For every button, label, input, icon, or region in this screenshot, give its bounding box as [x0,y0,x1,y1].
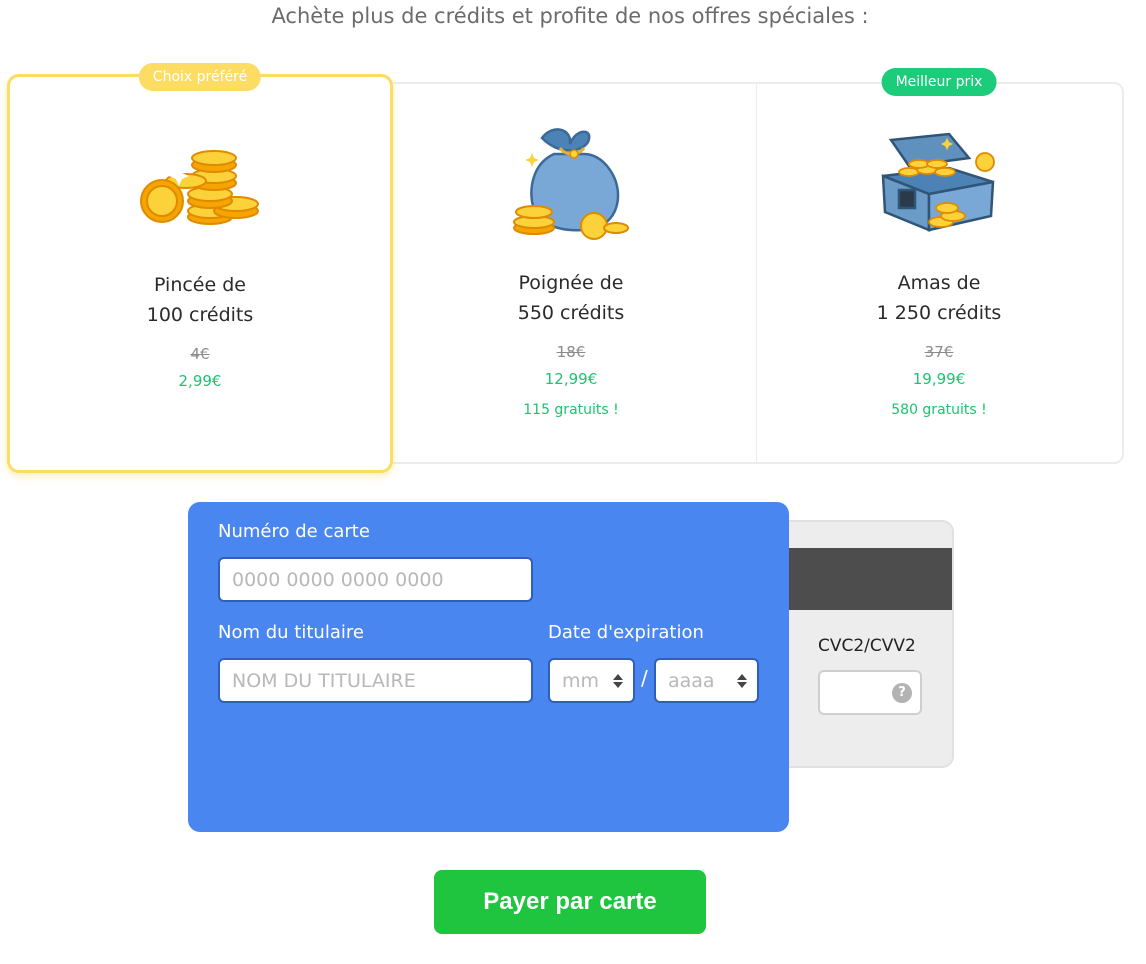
bonus-credits: 580 gratuits ! [891,402,987,418]
expiry-month-select[interactable]: mm [548,658,635,703]
card-number-label: Numéro de carte [218,521,370,542]
money-bag-icon [513,128,629,240]
holder-input[interactable]: NOM DU TITULAIRE [218,658,533,703]
magnetic-stripe [762,548,952,610]
expiry-separator: / [641,666,648,690]
treasure-chest-icon [881,132,995,232]
card-front: Numéro de carte 0000 0000 0000 0000 Nom … [188,502,789,832]
offer-title: Poignée de 550 crédits [517,272,625,324]
expiry-year-select[interactable]: aaaa [654,658,759,703]
holder-label: Nom du titulaire [218,622,364,643]
offer-card-100-credits[interactable]: Choix préféré Pincée de 100 crédits 4€ 2… [7,63,393,473]
year-placeholder: aaaa [668,669,715,692]
offer-title: Amas de 1 250 crédits [876,272,1002,324]
month-placeholder: mm [562,669,600,692]
offer-card-1250-credits[interactable]: Meilleur prix Amas de 1 250 crédits 37€ … [756,68,1122,462]
holder-placeholder: NOM DU TITULAIRE [232,669,416,692]
offer-price: 19,99€ [912,370,966,388]
old-price: 4€ [190,345,210,363]
coin-stack-icon [140,150,259,225]
card-number-input[interactable]: 0000 0000 0000 0000 [218,557,533,602]
offer-price: 12,99€ [544,370,598,388]
offer-title: Pincée de 100 crédits [146,274,254,326]
page-headline: Achète plus de crédits et profite de nos… [271,4,869,28]
offer-card-550-credits[interactable]: Poignée de 550 crédits 18€ 12,99€ 115 gr… [386,84,756,462]
pay-by-card-button[interactable]: Payer par carte [434,870,706,934]
expiry-label: Date d'expiration [548,622,704,643]
card-number-placeholder: 0000 0000 0000 0000 [232,568,444,591]
help-icon[interactable]: ? [892,683,912,703]
cvc-label: CVC2/CVV2 [818,636,916,656]
card-back: CVC2/CVV2 ? [760,520,954,768]
preferred-choice-badge: Choix préféré [138,63,262,91]
old-price: 18€ [556,343,586,361]
bonus-credits: 115 gratuits ! [523,402,619,418]
chevron-up-down-icon [613,673,623,688]
best-price-badge: Meilleur prix [881,68,997,96]
old-price: 37€ [924,343,954,361]
chevron-up-down-icon [737,673,747,688]
cvc-input[interactable]: ? [818,670,922,715]
offer-price: 2,99€ [178,372,222,390]
